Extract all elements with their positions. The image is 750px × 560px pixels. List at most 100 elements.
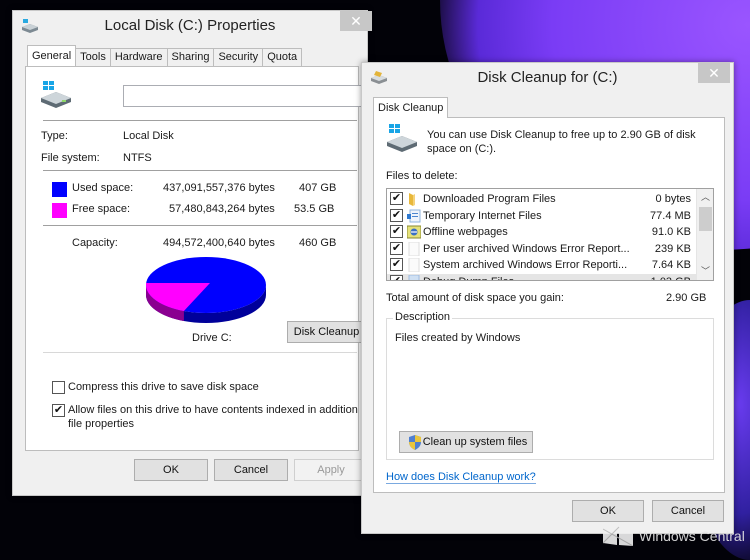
cancel-button[interactable]: Cancel	[214, 459, 288, 481]
close-button[interactable]: ✕	[698, 63, 730, 83]
clean-up-system-files-label: Clean up system files	[422, 436, 528, 448]
file-size: 91.0 KB	[651, 226, 691, 238]
tab-general[interactable]: General	[27, 45, 77, 66]
compress-checkbox[interactable]	[52, 381, 65, 394]
total-gain-label: Total amount of disk space you gain:	[386, 292, 564, 304]
file-checkbox[interactable]: ✔	[390, 225, 403, 238]
folder-icon	[407, 192, 421, 206]
file-system-label: File system:	[41, 152, 100, 164]
tab-tools[interactable]: Tools	[75, 48, 111, 66]
disk-usage-pie-chart	[146, 257, 266, 323]
file-size: 77.4 MB	[650, 209, 691, 222]
how-does-disk-cleanup-work-link[interactable]: How does Disk Cleanup work?	[386, 471, 536, 484]
file-checkbox[interactable]: ✔	[390, 241, 403, 255]
free-space-bytes: 57,480,843,264 bytes	[169, 203, 275, 215]
properties-window: Local Disk (C:) Properties ✕ General Too…	[12, 10, 372, 496]
divider	[43, 352, 357, 353]
disk-cleanup-button[interactable]: Disk Cleanup	[287, 321, 366, 343]
file-size: 0 bytes	[655, 193, 691, 205]
intro-text-line2: space on (C:).	[427, 143, 497, 155]
close-icon: ✕	[350, 13, 362, 29]
windows-logo-icon	[603, 526, 633, 546]
ok-button[interactable]: OK	[134, 459, 208, 481]
tab-sharing[interactable]: Sharing	[166, 48, 215, 66]
files-to-delete-list[interactable]: ✔ Downloaded Program Files 0 bytes ✔ Tempora…	[386, 188, 714, 281]
file-name: Per user archived Windows Error Report..…	[423, 242, 630, 255]
intro-text-line1: You can use Disk Cleanup to free up to 2…	[427, 129, 696, 141]
cleanup-title: Disk Cleanup for (C:)	[477, 69, 618, 86]
file-name: Offline webpages	[423, 226, 508, 238]
volume-label-input[interactable]	[123, 85, 366, 107]
file-name: Temporary Internet Files	[423, 209, 542, 222]
properties-titlebar[interactable]: Local Disk (C:) Properties ✕	[13, 11, 372, 41]
cleanup-panel: You can use Disk Cleanup to free up to 2…	[373, 117, 725, 493]
description-group: Description Files created by Windows Cle…	[386, 311, 714, 460]
tab-quota[interactable]: Quota	[262, 48, 303, 66]
tab-security[interactable]: Security	[213, 48, 264, 66]
file-name: System archived Windows Error Reporti...	[423, 259, 628, 271]
file-size: 239 KB	[654, 242, 691, 255]
file-size: 7.64 KB	[651, 259, 691, 271]
general-panel: Type: Local Disk File system: NTFS Used …	[25, 66, 370, 451]
free-space-label: Free space:	[72, 203, 131, 215]
uac-shield-icon	[409, 435, 421, 450]
description-text: Files created by Windows	[395, 332, 521, 344]
index-checkbox[interactable]: ✔	[52, 404, 65, 417]
file-name: Downloaded Program Files	[423, 193, 556, 205]
list-scrollbar[interactable]: ︿ ﹀	[696, 189, 713, 280]
help-link-wrap: How does Disk Cleanup work?	[386, 471, 536, 484]
document-icon	[407, 209, 421, 223]
index-label-line2[interactable]: file properties	[68, 418, 134, 430]
close-icon: ✕	[708, 65, 720, 81]
file-size: 1.03 GB	[651, 276, 691, 281]
compress-label[interactable]: Compress this drive to save disk space	[68, 381, 259, 393]
used-space-size: 407 GB	[299, 182, 337, 194]
index-label-line1[interactable]: Allow files on this drive to have conten…	[68, 404, 370, 416]
scrollbar-thumb[interactable]	[699, 207, 712, 231]
divider	[43, 225, 357, 226]
scroll-down-icon[interactable]: ﹀	[697, 263, 713, 280]
properties-title: Local Disk (C:) Properties	[104, 17, 276, 34]
file-list-row[interactable]: ✔ Temporary Internet Files 77.4 MB	[387, 208, 697, 224]
used-space-bytes: 437,091,557,376 bytes	[163, 182, 275, 194]
blank-file-icon	[407, 257, 421, 273]
watermark: Windows Central	[603, 526, 745, 546]
file-checkbox[interactable]: ✔	[390, 192, 403, 205]
disk-cleanup-window: Disk Cleanup for (C:) ✕ Disk Cleanup You…	[361, 62, 734, 534]
type-label: Type:	[41, 130, 68, 142]
total-gain-value: 2.90 GB	[666, 292, 707, 304]
file-list-row[interactable]: ✔ Debug Dump Files 1.03 GB	[387, 273, 697, 281]
file-name: Debug Dump Files	[423, 276, 514, 281]
drive-large-icon	[41, 81, 71, 108]
description-title: Description	[393, 311, 453, 323]
used-space-swatch	[52, 182, 67, 197]
cleanup-tabs: Disk Cleanup	[373, 97, 449, 118]
capacity-bytes: 494,572,400,640 bytes	[163, 237, 275, 249]
clean-up-system-files-button[interactable]: Clean up system files	[399, 431, 533, 453]
close-button[interactable]: ✕	[340, 11, 372, 31]
file-list-row[interactable]: ✔ Per user archived Windows Error Report.…	[387, 241, 697, 257]
used-space-label: Used space:	[72, 182, 134, 194]
tab-disk-cleanup[interactable]: Disk Cleanup	[373, 97, 449, 118]
ok-button[interactable]: OK	[572, 500, 644, 522]
dump-file-icon	[407, 274, 421, 280]
file-system-value: NTFS	[123, 152, 152, 164]
watermark-text: Windows Central	[639, 528, 745, 544]
apply-button[interactable]: Apply	[294, 459, 368, 481]
file-list-row[interactable]: ✔ System archived Windows Error Reporti..…	[387, 257, 697, 273]
type-value: Local Disk	[123, 130, 174, 142]
cancel-button[interactable]: Cancel	[652, 500, 724, 522]
file-checkbox[interactable]: ✔	[390, 274, 403, 280]
file-checkbox[interactable]: ✔	[390, 208, 403, 222]
file-checkbox[interactable]: ✔	[390, 258, 403, 271]
file-list-row[interactable]: ✔ Downloaded Program Files 0 bytes	[387, 191, 697, 207]
scroll-up-icon[interactable]: ︿	[697, 189, 713, 206]
divider	[43, 170, 357, 171]
blank-file-icon	[407, 241, 421, 256]
drive-label: Drive C:	[192, 332, 232, 344]
tab-hardware[interactable]: Hardware	[109, 48, 168, 66]
capacity-label: Capacity:	[72, 237, 118, 249]
cleanup-titlebar[interactable]: Disk Cleanup for (C:) ✕	[362, 63, 733, 93]
properties-tabs: General Tools Hardware Sharing Security …	[27, 45, 303, 66]
file-list-row[interactable]: ✔ Offline webpages 91.0 KB	[387, 224, 697, 240]
